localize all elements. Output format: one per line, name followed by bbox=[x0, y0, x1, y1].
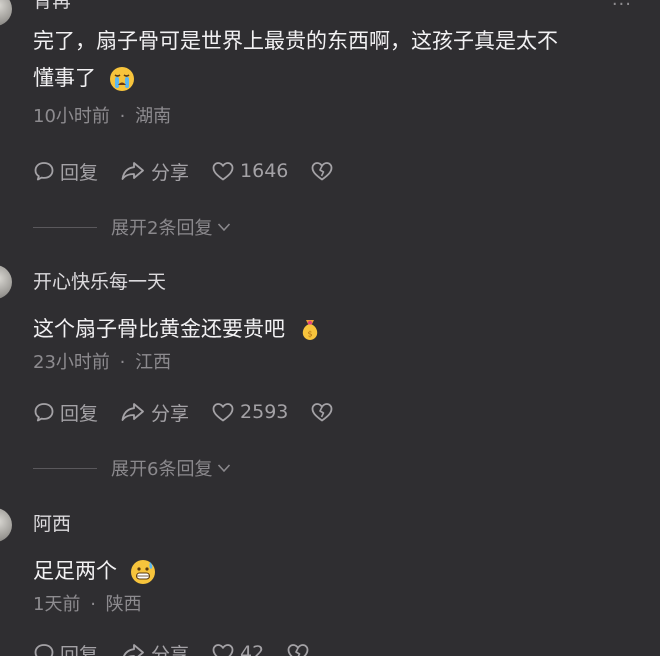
share-label: 分享 bbox=[151, 643, 190, 656]
comment-text: 完了，扇子骨可是世界上最贵的东西啊，这孩子真是太不 懂事了 bbox=[33, 23, 640, 97]
share-icon bbox=[123, 644, 144, 656]
money-bag-icon: $ bbox=[302, 320, 317, 340]
grimacing-sweat-face-icon bbox=[130, 560, 155, 584]
avatar[interactable] bbox=[0, 265, 12, 299]
comment-text-line: 完了，扇子骨可是世界上最贵的东西啊，这孩子真是太不 bbox=[33, 29, 558, 53]
share-icon bbox=[121, 403, 144, 421]
broken-heart-icon bbox=[311, 403, 333, 422]
reply-icon bbox=[34, 162, 54, 181]
comment-text-line: 懂事了 bbox=[33, 66, 96, 90]
dislike-button[interactable] bbox=[286, 642, 315, 656]
comment-text: 这个扇子骨比黄金还要贵吧 $ bbox=[33, 311, 640, 348]
crying-face-icon bbox=[109, 67, 134, 91]
chevron-down-icon bbox=[218, 223, 231, 232]
share-button[interactable]: 分享 bbox=[120, 640, 189, 656]
avatar[interactable] bbox=[0, 508, 12, 542]
share-button[interactable]: 分享 bbox=[120, 158, 189, 185]
expand-replies-label: 展开6条回复 bbox=[111, 459, 213, 480]
comment-feed: · · · 青苒 完了，扇子骨可是世界上最贵的东西啊，这孩子真是太不 懂事了 10小… bbox=[0, 0, 660, 656]
comment-text-line: 这个扇子骨比黄金还要贵吧 bbox=[33, 317, 285, 341]
expand-replies-button[interactable]: 展开6条回复 bbox=[33, 455, 232, 481]
heart-icon bbox=[212, 403, 234, 422]
like-count: 2593 bbox=[240, 401, 289, 423]
broken-heart-icon bbox=[287, 644, 309, 656]
avatar[interactable] bbox=[0, 0, 12, 26]
comment-item: 青苒 完了，扇子骨可是世界上最贵的东西啊，这孩子真是太不 懂事了 10小时前 ·… bbox=[33, 0, 640, 129]
heart-icon bbox=[212, 644, 234, 656]
reply-icon bbox=[34, 403, 54, 422]
comment-time: 23小时前 bbox=[33, 352, 110, 373]
like-button[interactable]: 1646 bbox=[211, 160, 288, 182]
comment-actions: 回复 分享 2593 bbox=[33, 399, 361, 425]
comment-location: 湖南 bbox=[135, 106, 172, 127]
meta-separator: · bbox=[119, 106, 126, 127]
dislike-button[interactable] bbox=[310, 160, 339, 182]
expand-replies-button[interactable]: 展开2条回复 bbox=[33, 214, 232, 240]
svg-text:$: $ bbox=[307, 330, 312, 339]
comment-actions: 回复 分享 42 bbox=[33, 640, 337, 656]
chevron-down-icon bbox=[218, 464, 231, 473]
like-button[interactable]: 42 bbox=[211, 642, 264, 656]
dislike-button[interactable] bbox=[310, 401, 339, 423]
meta-separator: · bbox=[119, 352, 126, 373]
comment-username[interactable]: 阿西 bbox=[33, 512, 640, 536]
divider bbox=[33, 226, 97, 228]
comment-username[interactable]: 青苒 bbox=[33, 0, 640, 13]
comment-meta: 1天前 · 陕西 bbox=[33, 593, 640, 617]
reply-label: 回复 bbox=[60, 643, 99, 656]
comment-location: 陕西 bbox=[105, 594, 142, 615]
comment-item: 阿西 足足两个 1天前 · 陕西 bbox=[33, 512, 640, 617]
comment-meta: 10小时前 · 湖南 bbox=[33, 105, 640, 129]
expand-replies-label: 展开2条回复 bbox=[111, 218, 213, 239]
reply-button[interactable]: 回复 bbox=[33, 640, 98, 656]
comment-item: 开心快乐每一天 这个扇子骨比黄金还要贵吧 $ 23小时前 · 江西 bbox=[33, 270, 640, 375]
reply-button[interactable]: 回复 bbox=[33, 158, 98, 185]
share-label: 分享 bbox=[151, 161, 190, 184]
like-button[interactable]: 2593 bbox=[211, 401, 288, 423]
reply-icon bbox=[34, 644, 54, 656]
comment-meta: 23小时前 · 江西 bbox=[33, 351, 640, 375]
reply-label: 回复 bbox=[60, 161, 99, 184]
heart-icon bbox=[212, 162, 234, 181]
comment-time: 1天前 bbox=[33, 594, 81, 615]
share-button[interactable]: 分享 bbox=[120, 399, 189, 426]
like-count: 1646 bbox=[240, 160, 289, 182]
comment-actions: 回复 分享 1646 bbox=[33, 158, 361, 184]
comment-username[interactable]: 开心快乐每一天 bbox=[33, 270, 640, 294]
comment-location: 江西 bbox=[135, 352, 172, 373]
comment-text-line: 足足两个 bbox=[33, 559, 117, 583]
reply-label: 回复 bbox=[60, 402, 99, 425]
share-label: 分享 bbox=[151, 402, 190, 425]
meta-separator: · bbox=[90, 594, 96, 615]
broken-heart-icon bbox=[311, 162, 333, 181]
comment-time: 10小时前 bbox=[33, 106, 110, 127]
reply-button[interactable]: 回复 bbox=[33, 399, 98, 426]
divider bbox=[33, 467, 97, 469]
like-count: 42 bbox=[240, 642, 265, 656]
comment-text: 足足两个 bbox=[33, 553, 640, 590]
share-icon bbox=[121, 162, 144, 180]
